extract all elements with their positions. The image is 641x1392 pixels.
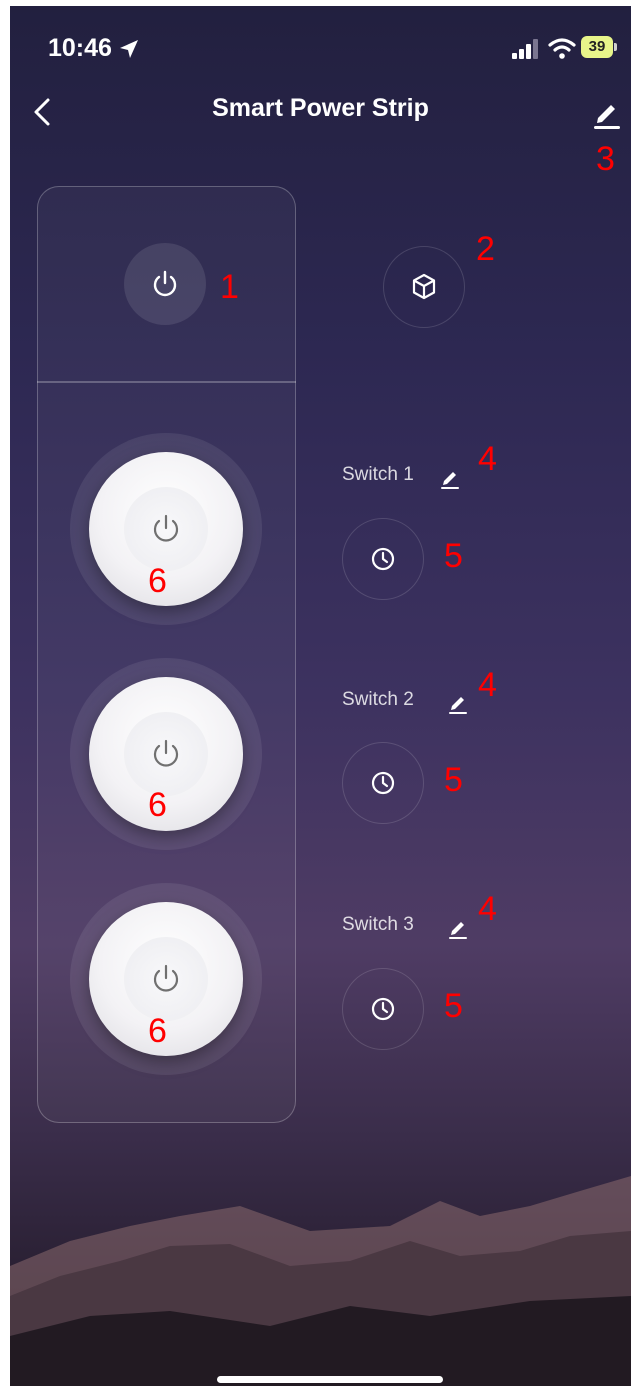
pencil-icon[interactable]	[446, 691, 470, 715]
edit-device-name-button[interactable]	[586, 92, 626, 132]
signal-icon	[512, 39, 538, 59]
switch-2-timer-button[interactable]	[342, 742, 424, 824]
battery-level: 39	[581, 36, 613, 58]
clock-icon	[371, 547, 395, 571]
switch-3-label: Switch 3	[342, 914, 414, 935]
power-icon	[153, 270, 177, 297]
master-power-button[interactable]	[124, 243, 206, 325]
annotation-6: 6	[148, 786, 167, 824]
annotation-6: 6	[148, 562, 167, 600]
pencil-icon	[594, 105, 620, 129]
switch-2-label: Switch 2	[342, 689, 414, 710]
clock-icon	[371, 997, 395, 1021]
pencil-icon[interactable]	[446, 916, 470, 940]
socket-2-center	[124, 712, 208, 796]
cube-icon	[412, 273, 436, 300]
power-icon	[153, 964, 179, 992]
annotation-4: 4	[478, 440, 497, 478]
status-time: 10:46	[48, 34, 112, 62]
annotation-4: 4	[478, 666, 497, 704]
power-icon	[153, 514, 179, 542]
pencil-icon[interactable]	[438, 466, 462, 490]
wifi-icon	[548, 38, 576, 59]
socket-1-center	[124, 487, 208, 571]
annotation-1: 1	[220, 268, 239, 306]
strip-divider	[37, 381, 296, 383]
app-screen: 10:46 39 Smart Power Strip 3 1 2 6 Switc…	[10, 6, 631, 1386]
battery-tip	[614, 43, 617, 51]
battery-icon: 39	[581, 36, 617, 58]
switch-3-timer-button[interactable]	[342, 968, 424, 1050]
annotation-5: 5	[444, 537, 463, 575]
annotation-6: 6	[148, 1012, 167, 1050]
socket-3-center	[124, 937, 208, 1021]
power-icon	[153, 739, 179, 767]
annotation-5: 5	[444, 987, 463, 1025]
annotation-5: 5	[444, 761, 463, 799]
clock-icon	[371, 771, 395, 795]
status-bar: 10:46 39	[10, 6, 631, 86]
location-arrow-icon	[120, 40, 138, 58]
home-indicator[interactable]	[217, 1376, 443, 1383]
annotation-3: 3	[596, 140, 615, 178]
scene-button[interactable]	[383, 246, 465, 328]
mountain-background	[10, 1176, 631, 1386]
annotation-2: 2	[476, 230, 495, 268]
switch-1-timer-button[interactable]	[342, 518, 424, 600]
page-title: Smart Power Strip	[212, 94, 429, 122]
switch-1-label: Switch 1	[342, 464, 414, 485]
annotation-4: 4	[478, 890, 497, 928]
